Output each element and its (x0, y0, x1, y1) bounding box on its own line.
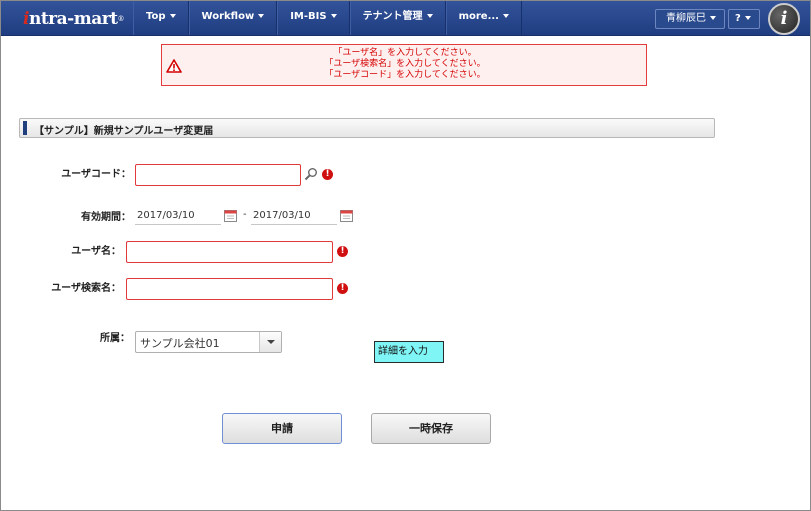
intra-mart-badge-icon[interactable]: i (768, 3, 800, 35)
affiliation-selected-value: サンプル会社01 (140, 337, 220, 350)
user-search-name-label: ユーザ検索名： (51, 283, 121, 294)
section-header: 【サンプル】新規サンプルユーザ変更届 (19, 118, 715, 138)
error-message-list: 「ユーザ名」を入力してください。 「ユーザ検索名」を入力してください。 「ユーザ… (162, 48, 648, 81)
nav-im-bis[interactable]: IM-BIS (277, 1, 350, 35)
chevron-down-icon (267, 340, 275, 344)
search-icon[interactable] (304, 167, 318, 181)
user-menu-button[interactable]: 青柳辰巳 (655, 9, 725, 29)
save-draft-button[interactable]: 一時保存 (371, 413, 491, 444)
user-search-name-input[interactable] (126, 278, 333, 300)
user-name-input[interactable] (126, 241, 333, 263)
error-message: 「ユーザ検索名」を入力してください。 (324, 59, 486, 69)
affiliation-label: 所属： (100, 333, 130, 344)
chevron-down-icon (744, 16, 751, 20)
error-message: 「ユーザコード」を入力してください。 (324, 70, 486, 80)
calendar-icon[interactable] (224, 209, 237, 222)
apply-button[interactable]: 申請 (222, 413, 342, 444)
user-code-input[interactable] (135, 164, 301, 186)
nav-im-bis-label: IM-BIS (290, 11, 327, 22)
period-label: 有効期間： (81, 212, 131, 223)
error-message-box: 「ユーザ名」を入力してください。 「ユーザ検索名」を入力してください。 「ユーザ… (161, 44, 647, 86)
affiliation-select[interactable]: サンプル会社01 (135, 331, 282, 353)
chevron-down-icon (502, 14, 509, 18)
nav-more-label: more... (458, 11, 499, 22)
chevron-down-icon (426, 14, 433, 18)
period-separator: - (243, 209, 247, 220)
nav-tenant-admin-label: テナント管理 (362, 11, 423, 22)
intra-mart-logo[interactable]: intra-mart® (23, 8, 124, 30)
chevron-down-icon (710, 16, 716, 20)
section-title: 【サンプル】新規サンプルユーザ変更届 (34, 126, 214, 137)
help-menu-button[interactable]: ? (728, 9, 760, 29)
error-message: 「ユーザ名」を入力してください。 (333, 48, 477, 58)
top-navbar: intra-mart® Top Workflow IM-BIS テナント管理 m… (1, 1, 810, 36)
error-icon: ! (337, 246, 348, 257)
dropdown-toggle[interactable] (259, 332, 281, 352)
calendar-icon[interactable] (340, 209, 353, 222)
user-code-label: ユーザコード： (61, 169, 131, 180)
section-accent-bar (23, 121, 27, 135)
nav-tenant-admin[interactable]: テナント管理 (349, 1, 446, 35)
period-start-input[interactable]: 2017/03/10 (135, 207, 221, 225)
user-name-label: ユーザ名： (71, 246, 121, 257)
main-nav: Top Workflow IM-BIS テナント管理 more... (133, 1, 522, 35)
nav-top[interactable]: Top (133, 1, 189, 35)
detail-input-tooltip[interactable]: 詳細を入力 (374, 341, 444, 363)
user-name: 青柳辰巳 (666, 13, 706, 24)
error-icon: ! (337, 283, 348, 294)
nav-workflow[interactable]: Workflow (188, 1, 278, 35)
chevron-down-icon (258, 14, 265, 18)
chevron-down-icon (169, 14, 176, 18)
nav-workflow-label: Workflow (201, 11, 255, 22)
chevron-down-icon (330, 14, 337, 18)
error-icon: ! (322, 169, 333, 180)
nav-top-label: Top (146, 11, 166, 22)
nav-more[interactable]: more... (445, 1, 522, 35)
help-label: ? (735, 13, 741, 24)
period-end-input[interactable]: 2017/03/10 (251, 207, 337, 225)
